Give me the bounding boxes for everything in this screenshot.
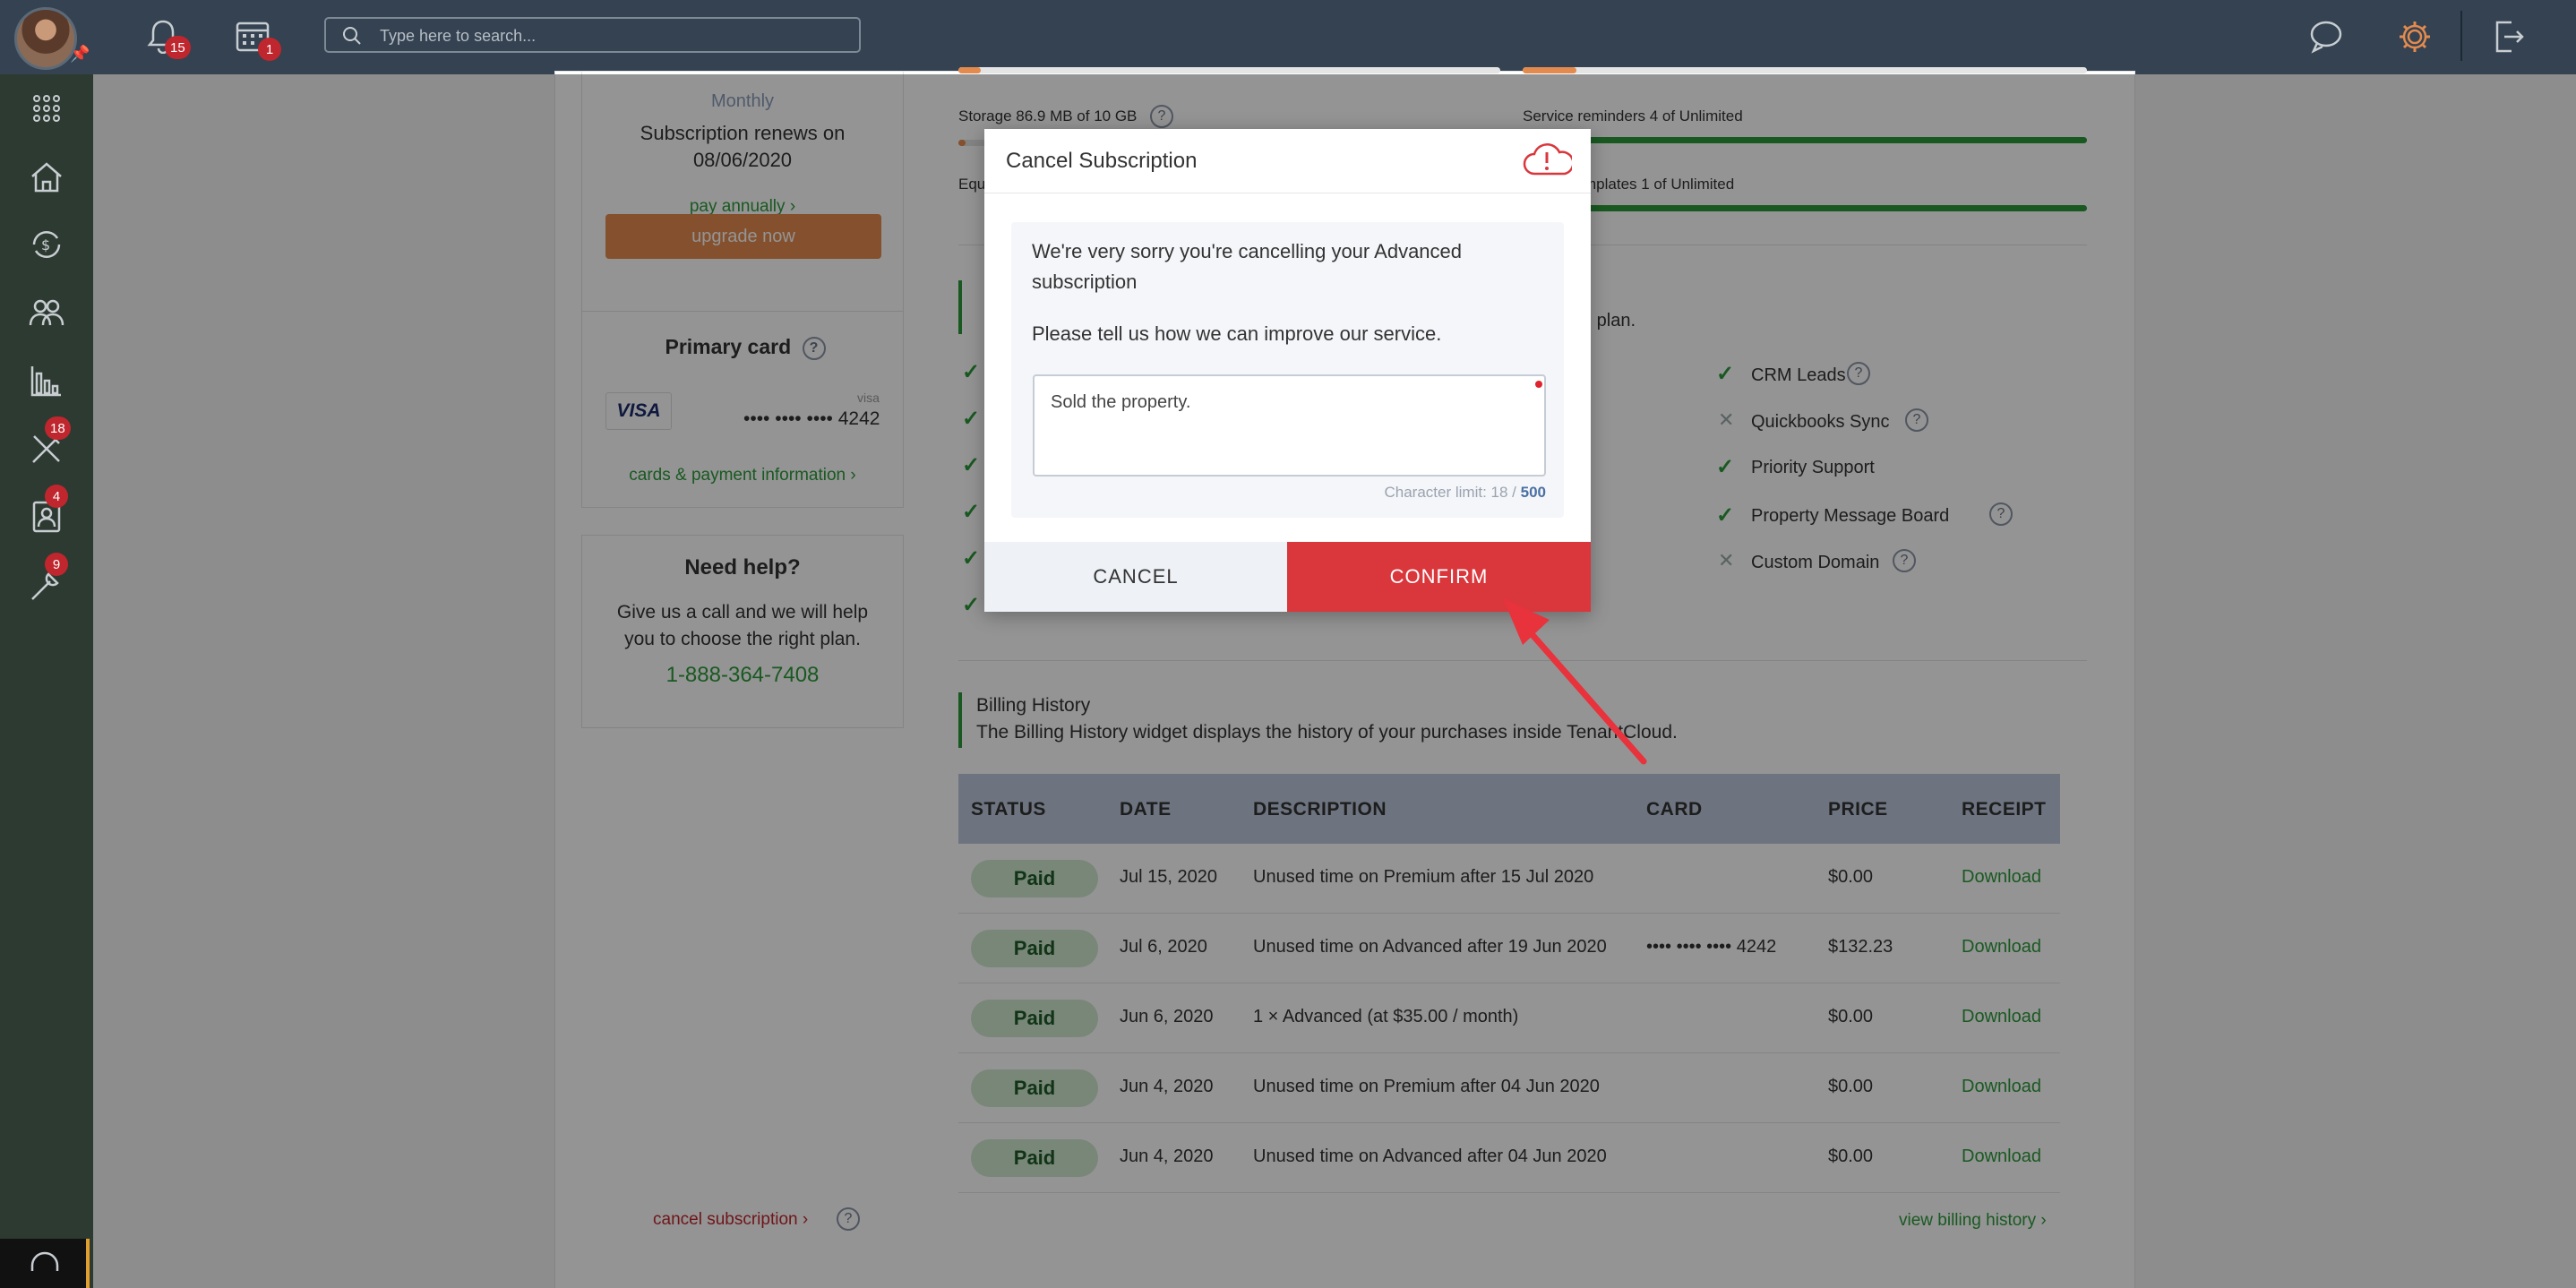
reports-icon xyxy=(30,366,61,397)
contacts-icon xyxy=(29,299,64,326)
search-input[interactable] xyxy=(380,24,846,47)
sidebar-item-contacts[interactable] xyxy=(0,279,93,347)
modal-body: We're very sorry you're cancelling your … xyxy=(1011,222,1564,518)
notifications-bell-icon[interactable]: 15 xyxy=(143,16,191,59)
headset-icon xyxy=(30,1251,59,1271)
logout-icon[interactable] xyxy=(2488,16,2529,57)
sidebar-item-payments[interactable]: $ xyxy=(0,210,93,279)
usage-bar-top-right xyxy=(1523,67,2087,73)
maintenance-badge: 18 xyxy=(45,416,71,440)
notifications-badge: 15 xyxy=(165,36,191,59)
sidebar-item-properties[interactable] xyxy=(0,142,93,210)
payments-icon: $ xyxy=(32,230,61,259)
sorry-message-prefix: We're very sorry you're cancelling your xyxy=(1032,240,1370,262)
sidebar-item-reports[interactable] xyxy=(0,347,93,415)
improve-prompt: Please tell us how we can improve our se… xyxy=(1032,322,1442,345)
sidebar-item-maintenance[interactable]: 18 xyxy=(0,415,93,483)
reason-textarea[interactable] xyxy=(1033,374,1546,477)
character-limit-max: 500 xyxy=(1520,484,1546,501)
cancel-button[interactable]: CANCEL xyxy=(984,542,1287,612)
sidebar: $ 18 4 9 xyxy=(0,74,93,1288)
cancel-subscription-modal: Cancel Subscription We're very sorry you… xyxy=(984,129,1591,612)
calendar-icon[interactable]: 1 xyxy=(233,16,281,61)
usage-bar-top-left xyxy=(958,67,1500,73)
svg-text:$: $ xyxy=(41,236,50,253)
topbar-divider xyxy=(2460,11,2462,61)
user-avatar[interactable] xyxy=(14,7,77,70)
search-box[interactable] xyxy=(324,17,861,53)
required-indicator xyxy=(1535,381,1542,388)
sorry-message: We're very sorry you're cancelling your … xyxy=(1032,236,1462,297)
apps-grid-icon xyxy=(33,95,60,122)
modal-title: Cancel Subscription xyxy=(1006,149,1198,173)
tools-badge: 9 xyxy=(45,553,68,576)
pin-icon[interactable]: 📌 xyxy=(70,45,90,63)
sidebar-item-tools[interactable]: 9 xyxy=(0,551,93,619)
character-limit-label: Character limit: 18 / xyxy=(1384,484,1516,501)
sorry-message-plan: Advanced xyxy=(1374,240,1463,262)
settings-gear-icon[interactable] xyxy=(2394,16,2435,57)
character-limit: Character limit: 18 / 500 xyxy=(1385,484,1547,502)
cloud-alert-icon xyxy=(1523,143,1572,176)
calendar-badge: 1 xyxy=(258,38,281,61)
search-icon xyxy=(343,27,361,45)
support-widget[interactable] xyxy=(0,1239,90,1288)
applications-badge: 4 xyxy=(45,485,68,508)
annotation-arrow xyxy=(1503,598,1647,765)
properties-icon xyxy=(31,162,62,193)
sorry-message-suffix: subscription xyxy=(1032,270,1138,293)
modal-header: Cancel Subscription xyxy=(984,129,1591,193)
top-bar: 📌 15 1 xyxy=(0,0,2576,74)
chat-icon[interactable] xyxy=(2306,16,2348,57)
sidebar-item-apps[interactable] xyxy=(0,74,93,142)
sidebar-item-applications[interactable]: 4 xyxy=(0,483,93,551)
